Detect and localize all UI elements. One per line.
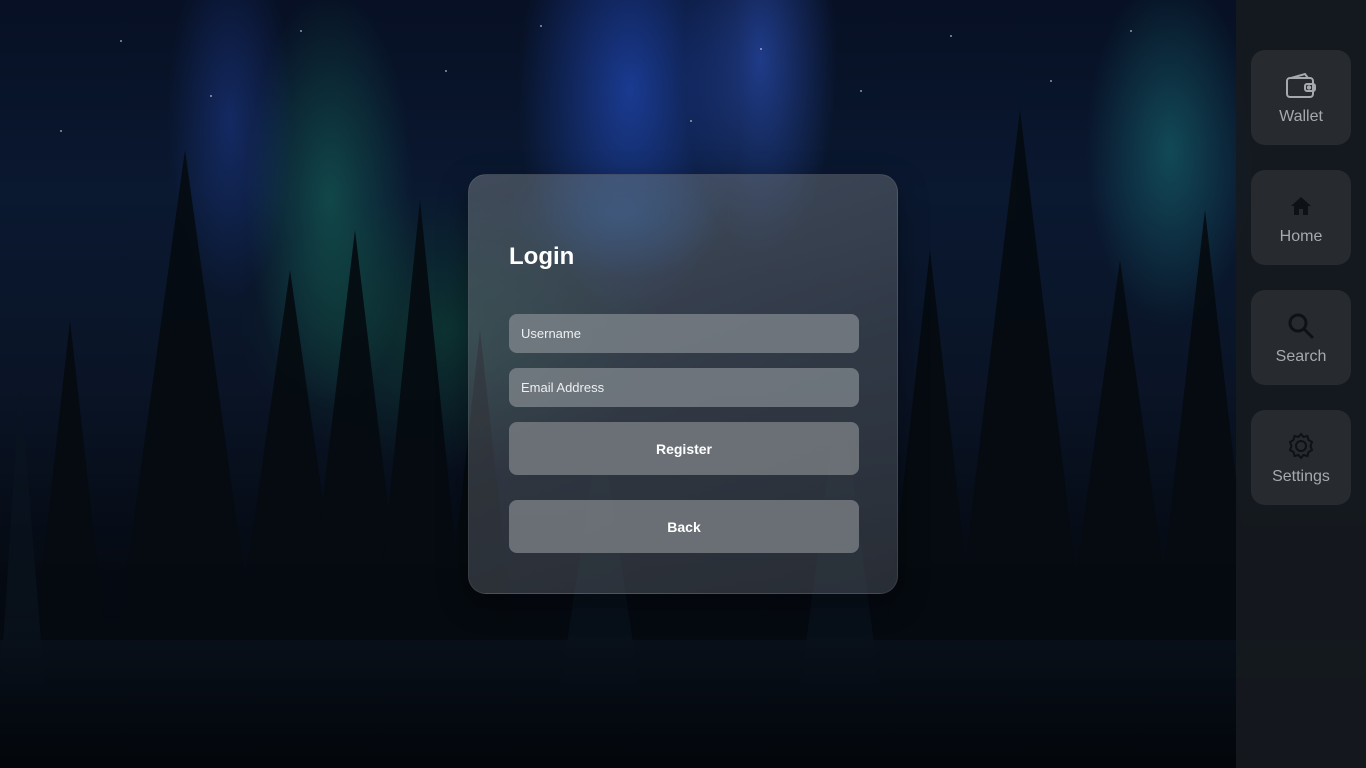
sidebar-item-wallet[interactable]: Wallet	[1251, 50, 1351, 145]
sidebar-item-label: Home	[1279, 227, 1323, 245]
username-input[interactable]	[509, 314, 859, 353]
email-input[interactable]	[509, 368, 859, 407]
gear-icon	[1285, 430, 1317, 462]
sidebar-item-label: Settings	[1272, 467, 1330, 485]
home-icon	[1285, 190, 1317, 222]
sidebar: Wallet Home Search Settings	[1236, 0, 1366, 768]
register-button[interactable]: Register	[509, 422, 859, 475]
ground	[0, 640, 1366, 768]
login-card: Login Register Back	[468, 174, 898, 594]
sidebar-item-search[interactable]: Search	[1251, 290, 1351, 385]
login-title: Login	[509, 243, 575, 270]
back-button[interactable]: Back	[509, 500, 859, 553]
sidebar-item-label: Wallet	[1279, 107, 1323, 125]
wallet-icon	[1285, 70, 1317, 102]
sidebar-item-settings[interactable]: Settings	[1251, 410, 1351, 505]
search-icon	[1285, 310, 1317, 342]
sidebar-item-home[interactable]: Home	[1251, 170, 1351, 265]
sidebar-item-label: Search	[1275, 347, 1327, 365]
